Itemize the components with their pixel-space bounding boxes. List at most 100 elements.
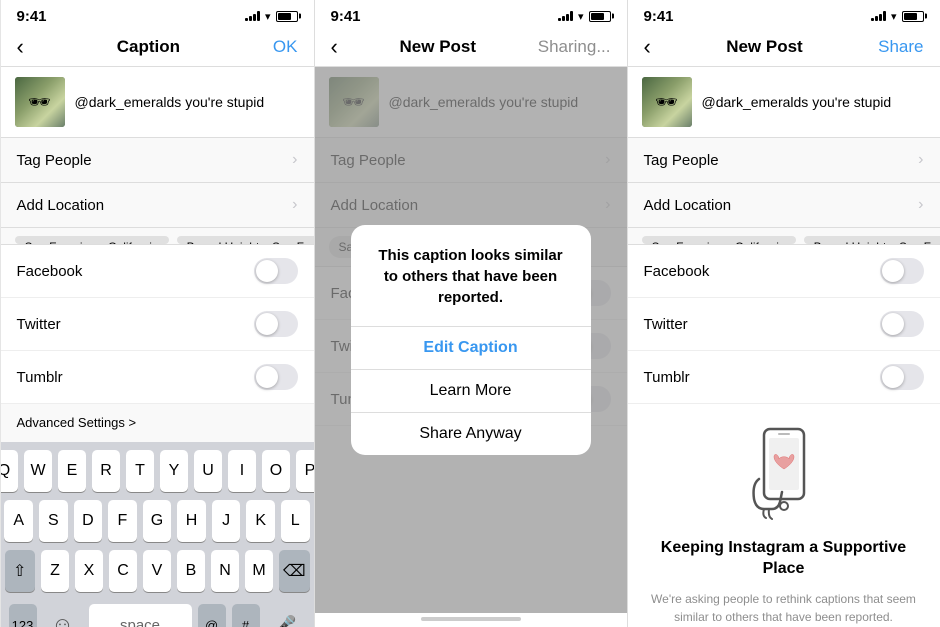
twitter-toggle-3[interactable] (880, 311, 924, 337)
sharing-label: Sharing... (538, 37, 611, 57)
edit-caption-button[interactable]: Edit Caption (351, 327, 591, 370)
key-r[interactable]: R (92, 450, 120, 492)
status-bar-3: 9:41 ▾ (628, 0, 940, 28)
post-thumbnail-3: 🕶 (642, 77, 692, 127)
status-time-3: 9:41 (644, 8, 674, 25)
phone-illustration-icon (744, 424, 824, 524)
home-bar-2 (421, 617, 521, 621)
key-backspace[interactable]: ⌫ (279, 550, 310, 592)
tag-people-item-3[interactable]: Tag People › (628, 138, 940, 183)
key-f[interactable]: F (108, 500, 137, 542)
key-g[interactable]: G (143, 500, 172, 542)
key-w[interactable]: W (24, 450, 52, 492)
tag-people-label-3: Tag People (644, 152, 719, 169)
dialog-box: This caption looks similar to others tha… (351, 225, 591, 455)
key-row-bottom: 123 ☺ space @ # 🎤 (5, 600, 310, 627)
status-time-2: 9:41 (331, 8, 361, 25)
back-button-3[interactable]: ‹ (644, 34, 651, 60)
nav-bar-1: ‹ Caption OK (1, 28, 314, 67)
key-a[interactable]: A (4, 500, 33, 542)
support-body: We're asking people to rethink captions … (648, 590, 920, 626)
status-icons-3: ▾ (871, 10, 924, 23)
key-s[interactable]: S (39, 500, 68, 542)
emoji-key[interactable]: ☺ (43, 606, 83, 627)
key-hash[interactable]: # (232, 604, 260, 627)
key-row-3: ⇧ Z X C V B N M ⌫ (5, 550, 310, 592)
facebook-toggle[interactable] (254, 258, 298, 284)
key-y[interactable]: Y (160, 450, 188, 492)
key-p[interactable]: P (296, 450, 314, 492)
home-indicator-2 (315, 613, 627, 627)
key-h[interactable]: H (177, 500, 206, 542)
key-b[interactable]: B (177, 550, 205, 592)
key-z[interactable]: Z (41, 550, 69, 592)
advanced-settings-1[interactable]: Advanced Settings > (1, 404, 314, 442)
key-c[interactable]: C (109, 550, 137, 592)
tumblr-toggle-row: Tumblr (1, 351, 314, 404)
location-tags-3: San Francisco, California Bernal Heights… (628, 228, 940, 245)
post-caption-1[interactable]: @dark_emeralds you're stupid (75, 94, 265, 110)
nav-title-2: New Post (400, 37, 477, 57)
key-123[interactable]: 123 (9, 604, 37, 627)
nav-bar-2: ‹ New Post Sharing... (315, 28, 627, 67)
location-tag-sf-3[interactable]: San Francisco, California (642, 236, 796, 244)
panel-2-content: 🕶 @dark_emeralds you're stupid Tag Peopl… (315, 67, 627, 613)
key-t[interactable]: T (126, 450, 154, 492)
key-n[interactable]: N (211, 550, 239, 592)
key-v[interactable]: V (143, 550, 171, 592)
share-button[interactable]: Share (878, 37, 923, 57)
key-j[interactable]: J (212, 500, 241, 542)
facebook-label-3: Facebook (644, 263, 710, 280)
ok-button[interactable]: OK (273, 37, 298, 57)
back-button-1[interactable]: ‹ (17, 34, 24, 60)
twitter-toggle[interactable] (254, 311, 298, 337)
post-caption-3: @dark_emeralds you're stupid (702, 94, 892, 110)
add-location-label-1: Add Location (17, 197, 105, 214)
status-icons-2: ▾ (558, 10, 611, 23)
tumblr-toggle-3[interactable] (880, 364, 924, 390)
key-e[interactable]: E (58, 450, 86, 492)
location-tag-bernal-3[interactable]: Bernal Heights, San Fr... (804, 236, 940, 244)
add-location-item-1[interactable]: Add Location › (1, 183, 314, 228)
tag-people-item-1[interactable]: Tag People › (1, 138, 314, 183)
status-bar-2: 9:41 ▾ (315, 0, 627, 28)
chevron-icon-3b: › (918, 196, 923, 214)
signal-icon-1 (245, 11, 260, 21)
key-at[interactable]: @ (198, 604, 226, 627)
key-i[interactable]: I (228, 450, 256, 492)
signal-icon-2 (558, 11, 573, 21)
key-o[interactable]: O (262, 450, 290, 492)
panel-2-newpost: 9:41 ▾ ‹ New Post Sharing... 🕶 (314, 0, 627, 627)
key-m[interactable]: M (245, 550, 273, 592)
learn-more-button[interactable]: Learn More (351, 370, 591, 413)
signal-icon-3 (871, 11, 886, 21)
key-shift[interactable]: ⇧ (5, 550, 36, 592)
location-tag-bernal[interactable]: Bernal Heights, San Fr... (177, 236, 314, 244)
key-row-1: Q W E R T Y U I O P (5, 450, 310, 492)
key-row-2: A S D F G H J K L (5, 500, 310, 542)
facebook-toggle-3[interactable] (880, 258, 924, 284)
add-location-item-3[interactable]: Add Location › (628, 183, 940, 228)
mic-icon[interactable]: 🎤 (266, 606, 306, 627)
key-x[interactable]: X (75, 550, 103, 592)
location-tag-sf[interactable]: San Francisco, California (15, 236, 169, 244)
key-d[interactable]: D (74, 500, 103, 542)
advanced-settings-label: Advanced Settings > (17, 415, 137, 430)
tumblr-label-3: Tumblr (644, 369, 690, 386)
status-bar-1: 9:41 ▾ (1, 0, 314, 28)
tumblr-row-3: Tumblr (628, 351, 940, 403)
share-anyway-button[interactable]: Share Anyway (351, 413, 591, 455)
back-button-2[interactable]: ‹ (331, 34, 338, 60)
nav-bar-3: ‹ New Post Share (628, 28, 940, 67)
key-q[interactable]: Q (1, 450, 19, 492)
battery-icon-2 (589, 11, 611, 22)
tumblr-label: Tumblr (17, 369, 63, 386)
support-section: Keeping Instagram a Supportive Place We'… (628, 403, 940, 627)
location-tags-1: San Francisco, California Bernal Heights… (1, 228, 314, 245)
key-space[interactable]: space (89, 604, 192, 627)
wifi-icon-1: ▾ (265, 10, 271, 23)
key-k[interactable]: K (246, 500, 275, 542)
tumblr-toggle[interactable] (254, 364, 298, 390)
key-u[interactable]: U (194, 450, 222, 492)
key-l[interactable]: L (281, 500, 310, 542)
